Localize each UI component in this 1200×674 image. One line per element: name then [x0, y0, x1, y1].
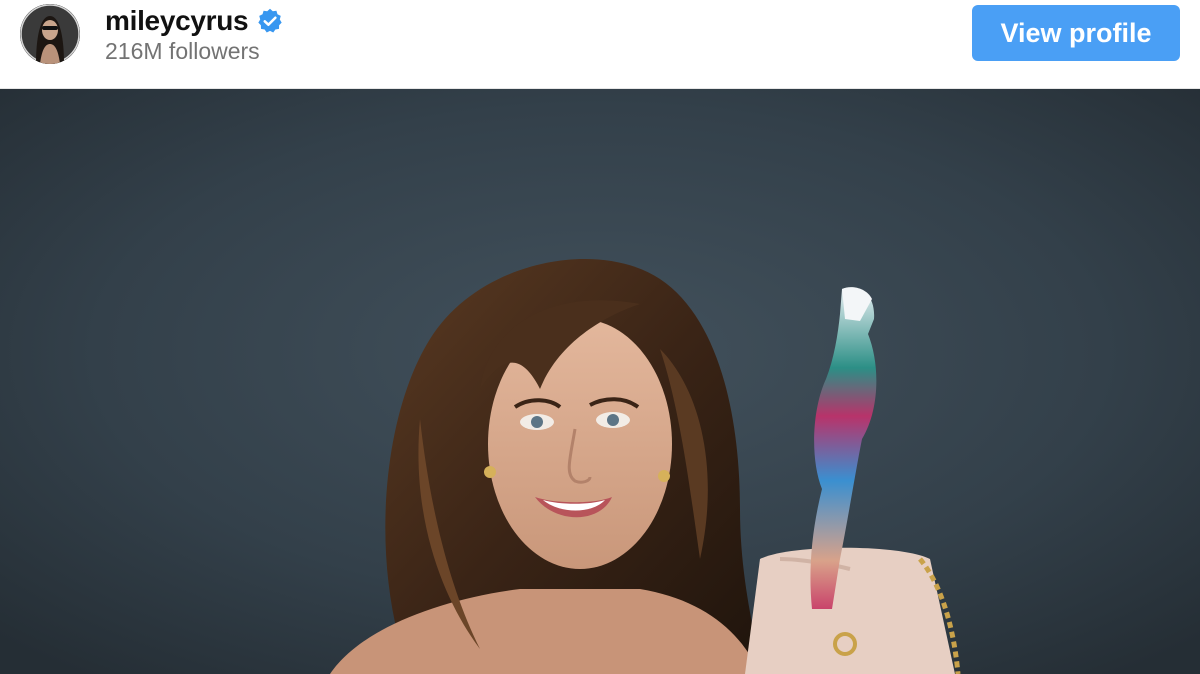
profile-avatar[interactable] — [20, 4, 80, 64]
photo-content — [0, 89, 1200, 674]
view-profile-button[interactable]: View profile — [972, 5, 1180, 61]
avatar-image — [20, 4, 80, 64]
post-photo[interactable] — [0, 89, 1200, 674]
follower-count: 216M followers — [105, 38, 260, 64]
post-header: mileycyrus 216M followers View profile — [0, 0, 1200, 89]
profile-username[interactable]: mileycyrus — [105, 5, 249, 37]
verified-badge-icon — [258, 8, 282, 33]
